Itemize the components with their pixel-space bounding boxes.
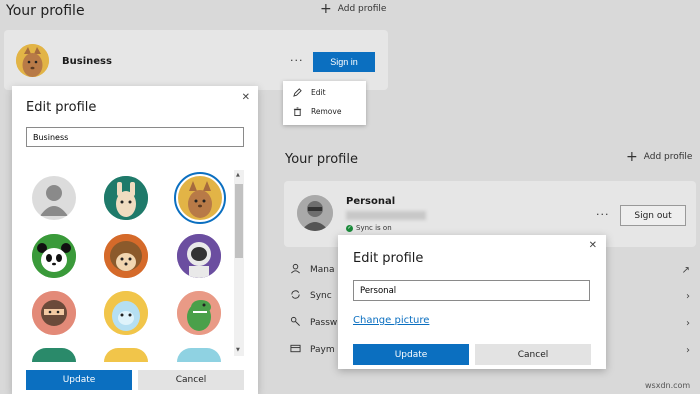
close-icon[interactable]: ✕ [242, 92, 250, 103]
avatar-option-yeti[interactable] [104, 291, 148, 335]
avatar-option-llama[interactable] [104, 176, 148, 220]
sync-status-label: Sync is on [356, 224, 392, 232]
person-icon [290, 263, 310, 277]
scrollbar-thumb[interactable] [235, 184, 243, 258]
context-menu: Edit Remove [283, 81, 366, 125]
avatar-option-default[interactable] [32, 176, 76, 220]
sync-icon [290, 289, 310, 303]
avatar-option-hedgehog[interactable] [104, 234, 148, 278]
profile-name: Personal [346, 196, 396, 207]
menu-row-label: Passw [310, 318, 338, 328]
check-icon: ✓ [346, 224, 353, 232]
avatar-option-cat-selected[interactable] [174, 172, 226, 224]
cancel-button[interactable]: Cancel [475, 344, 591, 365]
menu-item-label: Edit [311, 88, 326, 97]
add-profile-label: Add profile [337, 4, 387, 14]
add-profile-button[interactable]: + Add profile [626, 149, 693, 165]
avatar-option-panda[interactable] [32, 234, 76, 278]
page-title: Your profile [6, 3, 85, 19]
sign-in-button[interactable]: Sign in [313, 52, 375, 72]
scroll-up-icon[interactable]: ▲ [236, 172, 240, 178]
avatar-option-astronaut[interactable] [177, 234, 221, 278]
close-icon[interactable]: ✕ [589, 240, 597, 251]
avatar-option-partial[interactable] [177, 348, 221, 362]
menu-row-label: Sync [310, 291, 332, 301]
scroll-down-icon[interactable]: ▼ [236, 347, 240, 353]
menu-row-label: Mana [310, 265, 335, 275]
watermark: wsxdn.com [645, 381, 691, 390]
chevron-right-icon: › [686, 317, 690, 329]
update-button[interactable]: Update [353, 344, 469, 365]
edit-profile-dialog: Edit profile ✕ ▲ ▼ Update Cancel [12, 86, 258, 394]
profile-name: Business [62, 56, 112, 67]
menu-item-remove[interactable]: Remove [293, 107, 341, 116]
dialog-title: Edit profile [353, 251, 424, 266]
plus-icon: + [320, 1, 332, 17]
menu-item-edit[interactable]: Edit [293, 88, 326, 97]
pencil-icon [293, 88, 302, 97]
chevron-right-icon: › [686, 290, 690, 302]
menu-item-label: Remove [311, 107, 342, 116]
sign-out-button[interactable]: Sign out [620, 205, 686, 226]
external-link-icon: ↗ [681, 264, 690, 276]
add-profile-button[interactable]: + Add profile [320, 1, 387, 17]
dialog-title: Edit profile [26, 100, 97, 115]
profile-name-input[interactable] [26, 127, 244, 147]
more-options-button[interactable]: ··· [290, 54, 304, 67]
cancel-button[interactable]: Cancel [138, 370, 244, 390]
avatar [297, 195, 333, 231]
avatar-option-partial[interactable] [32, 348, 76, 362]
plus-icon: + [626, 149, 638, 165]
more-options-button[interactable]: ··· [596, 208, 610, 221]
avatar-option-dinosaur[interactable] [177, 291, 221, 335]
update-button[interactable]: Update [26, 370, 132, 390]
key-icon [290, 316, 310, 330]
trash-icon [293, 107, 302, 116]
avatar-option-ninja[interactable] [32, 291, 76, 335]
sync-status: ✓ Sync is on [346, 224, 392, 232]
chevron-right-icon: › [686, 344, 690, 356]
email-redacted [346, 211, 426, 220]
menu-row-label: Paym [310, 345, 335, 355]
profile-name-input[interactable] [353, 280, 590, 301]
add-profile-label: Add profile [643, 152, 693, 162]
change-picture-link[interactable]: Change picture [353, 315, 429, 326]
avatar-option-partial[interactable] [104, 348, 148, 362]
edit-profile-dialog: Edit profile ✕ Change picture Update Can… [338, 235, 606, 369]
card-icon [290, 343, 310, 357]
avatar [16, 44, 49, 77]
page-title: Your profile [285, 152, 358, 167]
